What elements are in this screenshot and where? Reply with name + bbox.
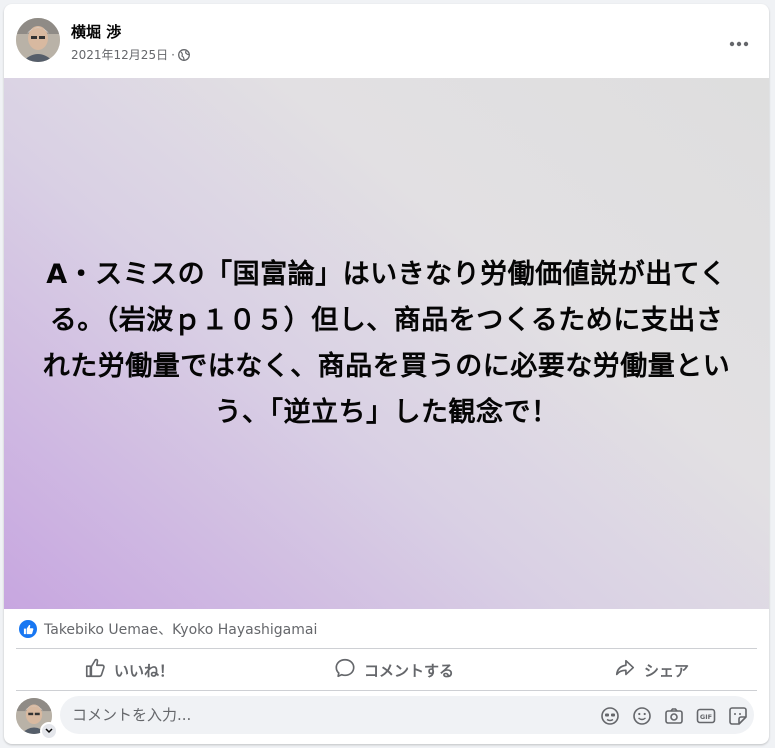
gif-icon[interactable]: GIF <box>695 706 717 726</box>
comment-label: コメントする <box>363 661 454 680</box>
post-body-text: A・スミスの「国富論」はいきなり労働価値説が出てくる。（岩波ｐ１０５）但し、商品… <box>42 258 731 428</box>
divider <box>16 648 757 649</box>
thumbs-up-icon <box>84 657 106 683</box>
post-meta: 2021年12月25日 · <box>71 46 190 63</box>
author-avatar[interactable] <box>16 18 60 62</box>
share-label: シェア <box>643 661 689 680</box>
post-text-banner: A・スミスの「国富論」はいきなり労働価値説が出てくる。（岩波ｐ１０５）但し、商品… <box>4 78 769 609</box>
author-name[interactable]: 横堀 渉 <box>71 21 121 42</box>
like-badge-icon[interactable] <box>18 619 38 639</box>
divider <box>16 690 757 691</box>
sticker-icon[interactable] <box>727 706 749 726</box>
post-card: 横堀 渉 2021年12月25日 · A・スミスの「国富論」はいきなり労働価値説… <box>4 4 769 744</box>
camera-icon[interactable] <box>663 706 685 726</box>
avatar-photo <box>16 18 60 62</box>
like-button[interactable]: いいね！ <box>44 652 214 688</box>
action-bar: いいね！ コメントする シェア <box>4 650 769 690</box>
globe-icon[interactable] <box>177 48 190 61</box>
comment-tools: GIF <box>599 706 749 726</box>
more-options-icon[interactable] <box>721 26 757 62</box>
post-header: 横堀 渉 2021年12月25日 · <box>4 4 769 78</box>
share-icon <box>614 657 636 683</box>
like-label: いいね！ <box>113 661 174 680</box>
comment-button[interactable]: コメントする <box>294 652 494 688</box>
chevron-down-icon[interactable] <box>40 722 58 740</box>
comment-icon <box>334 657 356 683</box>
svg-text:GIF: GIF <box>700 713 712 721</box>
reaction-names[interactable]: Takebiko Uemae、Kyoko Hayashigamai <box>44 619 317 639</box>
post-date[interactable]: 2021年12月25日 <box>71 46 168 63</box>
meta-separator: · <box>171 47 175 62</box>
comment-composer: GIF <box>4 692 769 744</box>
reactions-row: Takebiko Uemae、Kyoko Hayashigamai <box>4 609 769 649</box>
avatar-sticker-icon[interactable] <box>599 706 621 726</box>
emoji-icon[interactable] <box>631 706 653 726</box>
share-button[interactable]: シェア <box>574 652 729 688</box>
